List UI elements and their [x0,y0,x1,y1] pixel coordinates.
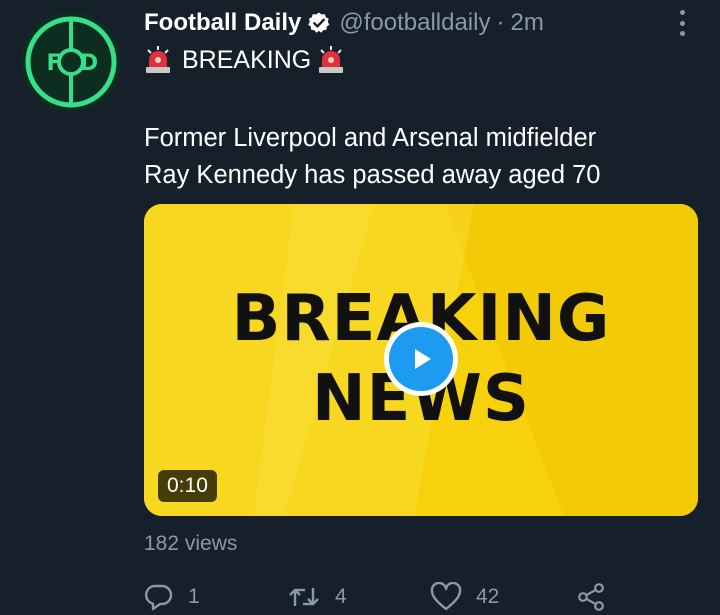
reply-icon [144,584,173,611]
verified-badge-icon [307,11,331,35]
author-handle[interactable]: @footballdaily [339,9,490,37]
siren-icon [317,45,345,75]
video-duration-badge: 0:10 [158,470,217,502]
reply-count: 1 [188,585,200,608]
tweet-text-line: Ray Kennedy has passed away aged 70 [144,161,601,189]
avatar[interactable]: F D [21,12,121,112]
share-button[interactable] [576,580,606,614]
tweet-text: Former Liverpool and Arsenal midfielder … [144,120,704,194]
like-button[interactable]: 42 [430,580,499,614]
heart-icon [430,582,462,611]
like-count: 42 [476,585,500,608]
play-icon [389,327,453,391]
siren-icon [144,45,172,75]
video-player[interactable]: BREAKING NEWS 0:10 [144,204,698,516]
avatar-initial-right: D [80,51,98,76]
breaking-line: BREAKING [144,42,345,78]
tweet-header: Football Daily @footballdaily · 2m [144,6,544,40]
view-count: 182 views [144,532,238,555]
share-icon [578,583,604,611]
retweet-count: 4 [335,585,347,608]
display-name[interactable]: Football Daily [144,9,301,37]
retweet-icon [289,588,319,606]
retweet-button[interactable]: 4 [287,580,347,614]
tweet[interactable]: F D Football Daily @footballdaily · 2m B… [0,0,720,615]
action-bar: 1 4 42 [144,580,614,614]
football-daily-logo: F D [21,12,121,112]
avatar-initial-left: F [46,51,61,76]
tweet-timestamp[interactable]: 2m [510,9,543,37]
breaking-label: BREAKING [182,45,312,74]
header-separator: · [496,9,505,36]
more-options-icon[interactable] [672,8,692,38]
reply-button[interactable]: 1 [144,580,200,614]
play-button[interactable] [384,322,458,396]
tweet-text-line: Former Liverpool and Arsenal midfielder [144,124,597,152]
